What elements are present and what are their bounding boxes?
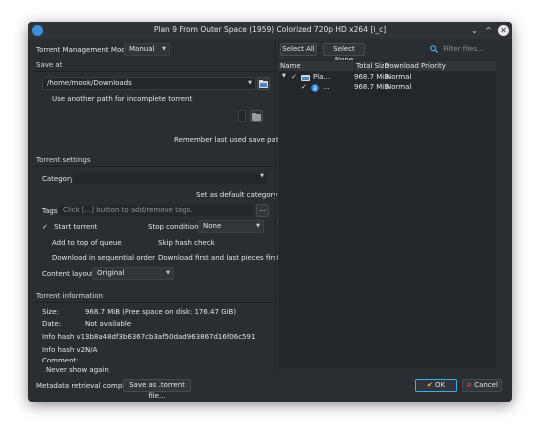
content-layout-combo[interactable]: Original ▼ [92,267,174,280]
incomplete-path-combo[interactable] [238,110,246,122]
folder-icon [252,113,261,121]
never-show-again-checkbox[interactable]: Never show again [46,366,109,374]
info-hash-v2-value: N/A [85,346,98,354]
search-icon [430,45,438,53]
column-name[interactable]: Name [280,62,301,70]
window-title: Plan 9 From Outer Space (1959) Colorized… [153,25,387,34]
minimize-icon[interactable]: ⌄ [469,25,480,36]
column-download-priority[interactable]: Download Priority [384,62,446,70]
tree-row[interactable]: ▼ ✓ Pla... 968.7 MiB Normal [280,73,494,83]
info-icon [311,84,319,92]
close-icon[interactable]: ✕ [498,25,509,36]
chevron-down-icon: ▼ [260,173,264,179]
management-mode-label: Torrent Management Mode: [36,46,133,54]
date-value: Not available [85,320,132,328]
tags-placeholder: Click [...] button to add/remove tags. [63,206,193,214]
tree-row[interactable]: ✓ ... 968.7 MiB Normal [280,83,494,93]
content-layout-label: Content layout: [42,270,97,278]
folder-icon [301,75,310,81]
cancel-button[interactable]: ⊘ Cancel [462,379,502,392]
comment-label: Comment: [42,357,79,362]
chevron-down-icon: ▼ [248,80,252,86]
date-label: Date: [42,320,62,328]
add-torrent-dialog: Plan 9 From Outer Space (1959) Colorized… [28,22,512,402]
set-default-category-checkbox[interactable]: Set as default category [196,191,278,199]
ok-button[interactable]: ✔ OK [415,379,457,392]
browse-save-path-button[interactable] [257,77,270,90]
info-hash-v2-label: Info hash v2: [42,346,88,354]
chevron-down-icon: ▼ [162,46,166,52]
filter-files-placeholder: Filter files... [443,45,484,53]
tree-row-name: Pla... [313,73,331,81]
stop-condition-value: None [203,222,222,230]
save-at-heading: Save at [36,61,63,69]
skip-hash-checkbox[interactable]: Skip hash check [158,239,215,247]
info-hash-v1-value: 3b8a48df3b6367cb3af50dad963867d16f06c591 [85,333,256,341]
tree-row-size: 968.7 MiB [354,73,390,81]
chevron-down-icon: ▼ [166,270,170,276]
stop-condition-label: Stop condition: [148,223,201,231]
filter-files-field[interactable]: Filter files... [426,43,498,56]
check-icon: ✓ [42,223,48,231]
remember-save-path-checkbox[interactable]: Remember last used save path [174,136,283,144]
maximize-icon[interactable]: ^ [483,25,494,36]
select-none-button[interactable]: Select None [323,43,365,64]
files-tree-header: Name Total Size Download Priority [278,61,496,71]
chevron-down-icon: ▼ [256,223,260,229]
save-torrent-file-button[interactable]: Save as .torrent file... [123,379,191,400]
cancel-label: Cancel [474,381,498,389]
tree-row-priority: Normal [386,73,412,81]
save-path-combo[interactable]: /home/mook/Downloads ▼ [42,77,256,90]
add-top-queue-checkbox[interactable]: Add to top of queue [52,239,122,247]
incomplete-path-field[interactable] [42,108,248,123]
category-combo[interactable]: ▼ [72,172,268,185]
incomplete-path-checkbox[interactable]: Use another path for incomplete torrent [52,95,192,103]
start-torrent-label: Start torrent [54,223,98,231]
ok-label: OK [435,381,446,389]
cancel-icon: ⊘ [466,381,472,389]
management-mode-value: Manual [129,45,155,53]
size-label: Size: [42,308,59,316]
chevron-down-icon: ▼ [282,73,286,79]
start-torrent-checkbox[interactable]: ✓ Start torrent [42,223,97,231]
tree-row-size: 968.7 MiB [354,83,390,91]
info-hash-v1-label: Info hash v1: [42,333,88,341]
management-mode-combo[interactable]: Manual ▼ [124,43,170,56]
first-last-pieces-checkbox[interactable]: Download first and last pieces first [158,254,280,262]
metadata-status: Metadata retrieval complete [36,382,136,390]
tree-row-priority: Normal [386,83,412,91]
folder-icon [259,80,268,88]
check-icon[interactable]: ✓ [301,83,307,91]
tree-row-name: ... [323,83,330,91]
size-value: 968.7 MiB (Free space on disk: 176.47 Gi… [85,308,237,316]
select-all-button[interactable]: Select All [280,43,317,56]
content-layout-value: Original [97,269,125,277]
sequential-checkbox[interactable]: Download in sequential order [52,254,155,262]
torrent-settings-heading: Torrent settings [36,156,91,164]
title-bar[interactable]: Plan 9 From Outer Space (1959) Colorized… [28,22,512,39]
tags-field[interactable]: Click [...] button to add/remove tags. [58,204,254,217]
torrent-info-heading: Torrent information [36,292,103,300]
category-label: Category: [42,175,76,183]
stop-condition-combo[interactable]: None ▼ [198,220,264,233]
check-icon[interactable]: ✓ [291,73,297,81]
files-tree[interactable] [278,60,496,368]
ok-icon: ✔ [426,381,433,389]
save-path-value: /home/mook/Downloads [47,79,132,87]
browse-incomplete-path-button[interactable] [250,110,263,122]
tags-edit-button[interactable]: ... [256,204,269,217]
